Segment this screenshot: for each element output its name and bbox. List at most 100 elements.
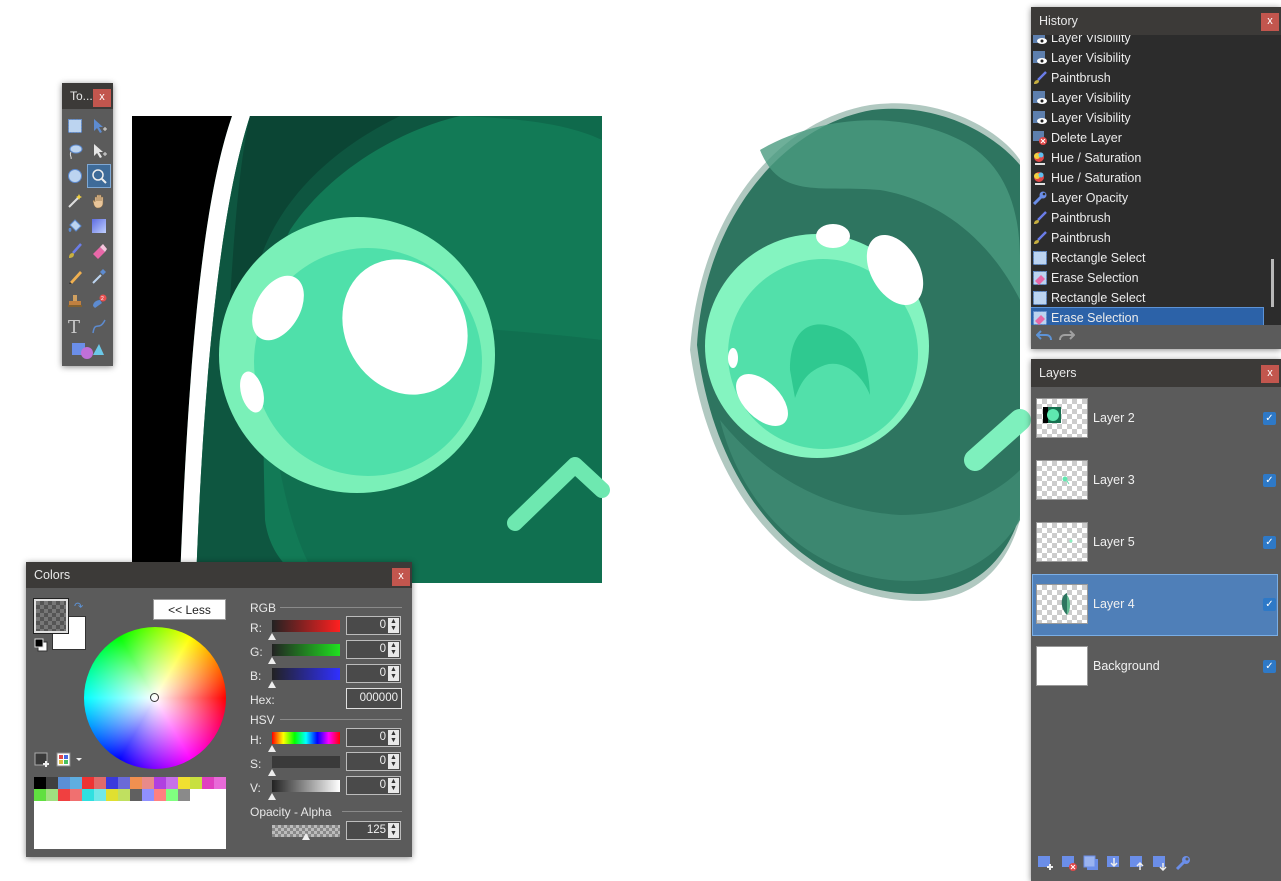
layers-close-button[interactable]: x <box>1261 365 1279 383</box>
red-spinner[interactable]: ▲ ▼ <box>388 618 399 633</box>
duplicate-layer-icon[interactable] <box>1083 855 1099 874</box>
blue-slider-knob[interactable] <box>268 681 276 688</box>
palette-swatch[interactable] <box>34 789 46 801</box>
layer-row[interactable]: Background ✓ <box>1033 637 1277 697</box>
less-button[interactable]: << Less <box>153 599 226 620</box>
palette-swatch[interactable] <box>94 789 106 801</box>
reset-colors-icon[interactable] <box>34 638 48 655</box>
palette-swatch[interactable] <box>166 789 178 801</box>
palette-swatch[interactable] <box>118 789 130 801</box>
color-picker-icon[interactable] <box>88 265 110 287</box>
palette-swatch[interactable] <box>130 777 142 789</box>
saturation-slider[interactable] <box>272 756 340 768</box>
saturation-slider-knob[interactable] <box>268 769 276 776</box>
layer-visibility-checkbox[interactable]: ✓ <box>1263 474 1276 487</box>
colors-close-button[interactable]: x <box>392 568 410 586</box>
palette-swatch[interactable] <box>178 789 190 801</box>
clone-stamp-icon[interactable] <box>64 290 86 312</box>
hue-slider-knob[interactable] <box>268 745 276 752</box>
history-scrollbar[interactable] <box>1271 259 1274 307</box>
blue-slider[interactable] <box>272 668 340 680</box>
history-item[interactable]: Erase Selection <box>1031 268 1263 288</box>
red-slider[interactable] <box>272 620 340 632</box>
palette-swatch[interactable] <box>82 777 94 789</box>
move-layer-down-icon[interactable] <box>1152 855 1168 874</box>
history-item[interactable]: Layer Visibility <box>1031 108 1263 128</box>
palette-swatch[interactable] <box>94 777 106 789</box>
undo-icon[interactable] <box>1035 329 1052 346</box>
toolbox-close-button[interactable]: x <box>93 89 111 107</box>
layer-visibility-checkbox[interactable]: ✓ <box>1263 660 1276 673</box>
value-spinner[interactable]: ▲ ▼ <box>388 778 399 793</box>
palette-swatch[interactable] <box>178 777 190 789</box>
hue-slider[interactable] <box>272 732 340 744</box>
layer-row[interactable]: Layer 2 ✓ <box>1033 389 1277 449</box>
history-item[interactable]: Hue / Saturation <box>1031 168 1263 188</box>
move-selection-icon[interactable] <box>88 140 110 162</box>
history-item[interactable]: Paintbrush <box>1031 68 1263 88</box>
palette-swatch[interactable] <box>154 789 166 801</box>
line-curve-icon[interactable] <box>88 315 110 337</box>
saturation-input[interactable]: 0 ▲ ▼ <box>346 752 401 771</box>
shapes-icon[interactable] <box>70 340 106 362</box>
color-palette[interactable] <box>34 777 226 849</box>
rectangle-select-icon[interactable] <box>64 115 86 137</box>
history-item[interactable]: Layer Opacity <box>1031 188 1263 208</box>
move-layer-up-icon[interactable] <box>1129 855 1145 874</box>
lasso-select-icon[interactable] <box>64 140 86 162</box>
eraser-icon[interactable] <box>88 240 110 262</box>
gradient-icon[interactable] <box>88 215 110 237</box>
green-input[interactable]: 0 ▲ ▼ <box>346 640 401 659</box>
value-slider[interactable] <box>272 780 340 792</box>
saturation-spinner[interactable]: ▲ ▼ <box>388 754 399 769</box>
palette-swatch[interactable] <box>202 777 214 789</box>
hue-input[interactable]: 0 ▲ ▼ <box>346 728 401 747</box>
pencil-icon[interactable] <box>64 265 86 287</box>
green-spinner[interactable]: ▲ ▼ <box>388 642 399 657</box>
palette-swatch[interactable] <box>46 789 58 801</box>
palette-swatch[interactable] <box>130 789 142 801</box>
history-item[interactable]: Layer Visibility <box>1031 48 1263 68</box>
value-slider-knob[interactable] <box>268 793 276 800</box>
recolor-icon[interactable]: 2 <box>88 290 110 312</box>
palette-swatch[interactable] <box>70 789 82 801</box>
opacity-input[interactable]: 125 ▲ ▼ <box>346 821 401 840</box>
hex-input[interactable]: 000000 <box>346 688 402 709</box>
color-wheel-cursor[interactable] <box>150 693 159 702</box>
palette-swatch[interactable] <box>58 777 70 789</box>
layer-visibility-checkbox[interactable]: ✓ <box>1263 598 1276 611</box>
add-palette-color-icon[interactable] <box>34 752 50 771</box>
hue-spinner[interactable]: ▲ ▼ <box>388 730 399 745</box>
paintbrush-icon[interactable] <box>64 240 86 262</box>
blue-spinner[interactable]: ▲ ▼ <box>388 666 399 681</box>
history-item[interactable]: Layer Visibility <box>1031 35 1263 48</box>
layer-visibility-checkbox[interactable]: ✓ <box>1263 536 1276 549</box>
ellipse-select-icon[interactable] <box>64 165 86 187</box>
blue-input[interactable]: 0 ▲ ▼ <box>346 664 401 683</box>
opacity-slider-knob[interactable] <box>302 833 310 840</box>
layer-row[interactable]: Layer 3 ✓ <box>1033 451 1277 511</box>
paint-bucket-icon[interactable] <box>64 215 86 237</box>
palette-swatch[interactable] <box>142 789 154 801</box>
history-close-button[interactable]: x <box>1261 13 1279 31</box>
palette-menu-icon[interactable] <box>56 752 84 771</box>
history-item[interactable]: Rectangle Select <box>1031 248 1263 268</box>
green-slider[interactable] <box>272 644 340 656</box>
palette-swatch[interactable] <box>82 789 94 801</box>
history-item[interactable]: Paintbrush <box>1031 228 1263 248</box>
zoom-icon[interactable] <box>87 164 111 188</box>
pan-hand-icon[interactable] <box>88 190 110 212</box>
green-slider-knob[interactable] <box>268 657 276 664</box>
red-input[interactable]: 0 ▲ ▼ <box>346 616 401 635</box>
color-wheel[interactable] <box>84 627 226 769</box>
palette-swatch[interactable] <box>70 777 82 789</box>
history-item[interactable]: Erase Selection <box>1031 307 1264 325</box>
swap-colors-icon[interactable]: ↷ <box>74 600 83 613</box>
merge-layer-down-icon[interactable] <box>1106 855 1122 874</box>
delete-layer-icon[interactable] <box>1061 855 1077 874</box>
history-item[interactable]: Rectangle Select <box>1031 288 1263 308</box>
red-slider-knob[interactable] <box>268 633 276 640</box>
history-item[interactable]: Layer Visibility <box>1031 88 1263 108</box>
history-item[interactable]: Hue / Saturation <box>1031 148 1263 168</box>
palette-swatch[interactable] <box>106 789 118 801</box>
